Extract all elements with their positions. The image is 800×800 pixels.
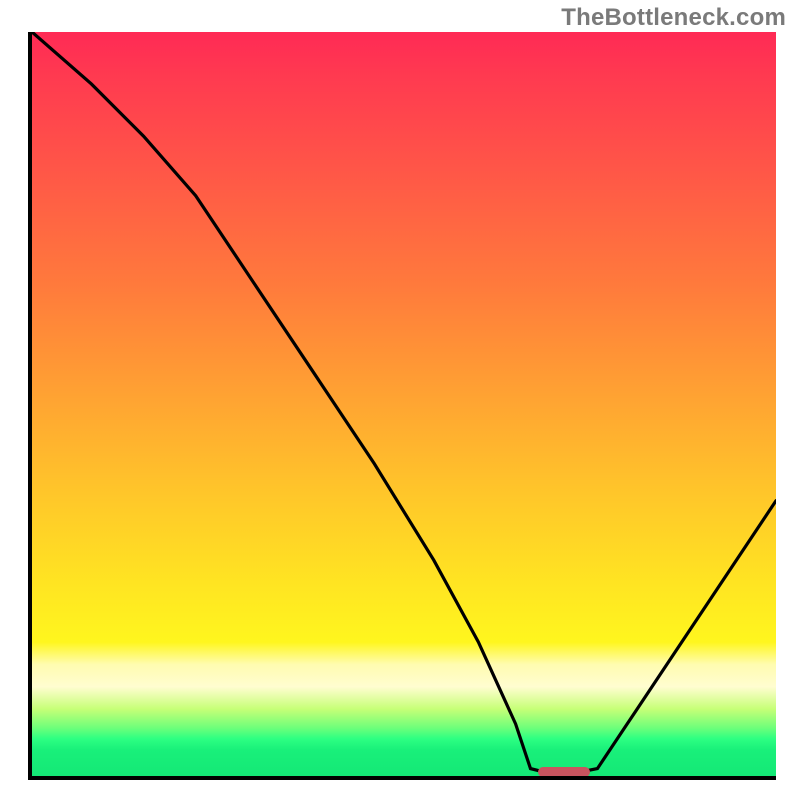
curve-path (32, 32, 776, 776)
bottleneck-curve (32, 32, 776, 776)
chart-container: TheBottleneck.com (0, 0, 800, 800)
watermark-text: TheBottleneck.com (561, 4, 786, 32)
plot-area (28, 32, 776, 780)
curve-minimum-marker (538, 767, 590, 777)
